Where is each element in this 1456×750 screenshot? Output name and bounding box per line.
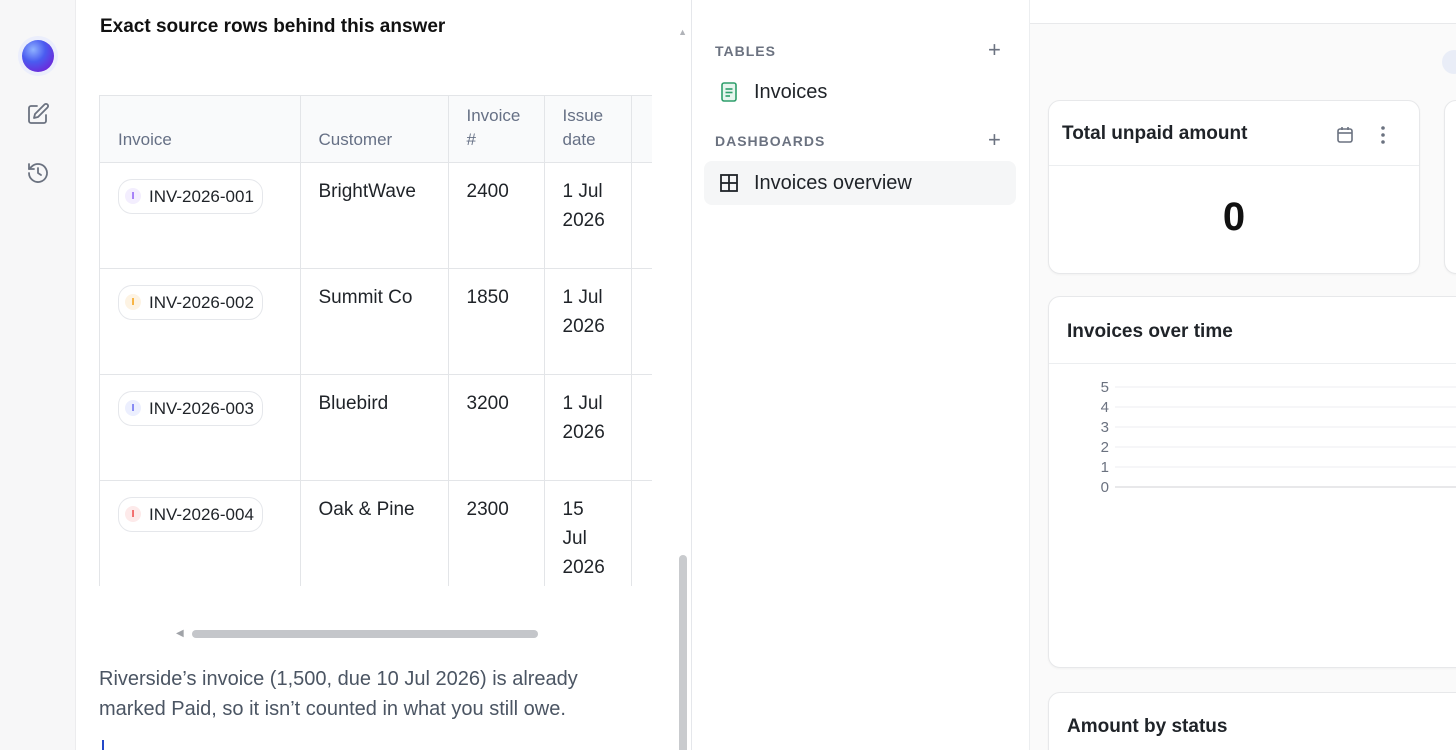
cell-customer: BrightWave — [300, 162, 449, 269]
horizontal-scrollbar[interactable]: ◀ ▶ — [176, 628, 691, 640]
nav-item-invoices-overview[interactable]: Invoices overview — [704, 161, 1016, 205]
cell-invoice-number: 1850 — [448, 268, 545, 375]
invoice-record-link[interactable]: I INV-2026-002 — [118, 284, 263, 320]
chart-svg: 5 4 3 2 1 0 — [1101, 379, 1456, 496]
more-options-icon[interactable] — [1377, 124, 1389, 146]
table-sheet-icon — [721, 82, 737, 102]
cell-issue-date: 1 Jul 2026 — [544, 374, 632, 481]
invoice-id: INV-2026-003 — [149, 398, 254, 418]
record-icon: I — [125, 188, 141, 204]
cell-invoice-number: 2400 — [448, 162, 545, 269]
y-tick-label: 4 — [1101, 399, 1109, 416]
kpi-value: 0 — [1222, 195, 1246, 239]
column-header-issue-date[interactable]: Issue date — [544, 96, 632, 163]
dashboards-section-label: DASHBOARDS — [715, 133, 826, 149]
column-header-clipped — [631, 96, 652, 163]
cell-clipped — [631, 268, 652, 375]
tables-section-label: TABLES — [715, 43, 776, 59]
grid-icon — [720, 174, 738, 192]
card-divider — [1049, 165, 1419, 166]
nav-item-label: Invoices overview — [754, 171, 912, 194]
table-row[interactable]: I INV-2026-001 BrightWave 2400 1 Jul 2026 — [100, 162, 652, 269]
y-tick-label: 2 — [1101, 439, 1109, 456]
cell-customer: Oak & Pine — [300, 480, 449, 586]
kpi-card-total-unpaid[interactable]: Total unpaid amount 0 — [1048, 100, 1420, 274]
edit-icon[interactable] — [24, 100, 52, 128]
y-tick-label: 0 — [1101, 479, 1109, 496]
card-divider — [1049, 363, 1456, 364]
column-header-invoice-number[interactable]: Invoice # — [448, 96, 545, 163]
add-dashboard-icon[interactable]: + — [988, 129, 1001, 151]
cell-issue-date: 1 Jul 2026 — [544, 268, 632, 375]
answer-heading: Exact source rows behind this answer — [100, 16, 446, 37]
table-row[interactable]: I INV-2026-003 Bluebird 3200 1 Jul 2026 — [100, 374, 652, 481]
cell-invoice[interactable]: I INV-2026-001 — [100, 162, 301, 269]
assistant-orb-icon[interactable] — [22, 40, 54, 72]
text-cursor — [102, 740, 104, 750]
canvas-control-icon[interactable] — [1442, 50, 1456, 74]
table-row[interactable]: I INV-2026-004 Oak & Pine 2300 15 Jul 2026 — [100, 480, 652, 586]
app-rail — [0, 0, 76, 750]
cell-invoice[interactable]: I INV-2026-003 — [100, 374, 301, 481]
table-header-row: Invoice Customer Invoice # Issue date — [100, 96, 652, 163]
line-chart: 5 4 3 2 1 0 — [1049, 377, 1456, 517]
invoice-id: INV-2026-002 — [149, 292, 254, 312]
add-table-icon[interactable]: + — [988, 39, 1001, 61]
cell-invoice-number: 2300 — [448, 480, 545, 586]
invoice-record-link[interactable]: I INV-2026-003 — [118, 390, 263, 426]
chart-title: Amount by status — [1067, 716, 1228, 737]
vertical-scrollbar[interactable] — [679, 555, 687, 750]
answer-panel: Exact source rows behind this answer Inv… — [76, 0, 692, 750]
cell-clipped — [631, 162, 652, 269]
source-rows-table[interactable]: Invoice Customer Invoice # Issue date II… — [99, 95, 652, 586]
invoice-id: INV-2026-001 — [149, 186, 254, 206]
nav-item-label: Invoices — [754, 80, 828, 103]
cell-invoice[interactable]: I INV-2026-004 — [100, 480, 301, 586]
record-icon: I — [125, 506, 141, 522]
chart-card-invoices-over-time[interactable]: Invoices over time 5 4 3 2 1 0 — [1048, 296, 1456, 668]
cell-customer: Bluebird — [300, 374, 449, 481]
chart-card-amount-by-status[interactable]: Amount by status — [1048, 692, 1456, 750]
cell-customer: Summit Co — [300, 268, 449, 375]
kpi-card-partial[interactable] — [1444, 100, 1456, 274]
column-header-invoice[interactable]: Invoice — [100, 96, 301, 163]
cell-clipped — [631, 480, 652, 586]
kpi-card-title: Total unpaid amount — [1062, 123, 1248, 144]
cell-issue-date: 15 Jul 2026 — [544, 480, 632, 586]
scroll-up-icon[interactable]: ▲ — [678, 27, 687, 37]
column-header-customer[interactable]: Customer — [300, 96, 449, 163]
dashboard-canvas: Total unpaid amount 0 Invoices over time… — [1030, 24, 1456, 750]
logo-icon[interactable] — [18, 0, 54, 12]
chart-title: Invoices over time — [1067, 321, 1233, 342]
y-tick-label: 1 — [1101, 459, 1109, 476]
record-icon: I — [125, 294, 141, 310]
cell-invoice[interactable]: I INV-2026-002 — [100, 268, 301, 375]
cell-invoice-number: 3200 — [448, 374, 545, 481]
scroll-left-icon[interactable]: ◀ — [176, 628, 184, 639]
y-tick-label: 5 — [1101, 379, 1109, 396]
answer-paragraph: Riverside’s invoice (1,500, due 10 Jul 2… — [99, 668, 578, 720]
table-row[interactable]: I INV-2026-002 Summit Co 1850 1 Jul 2026 — [100, 268, 652, 375]
record-icon: I — [125, 400, 141, 416]
nav-item-invoices-table[interactable]: Invoices — [704, 70, 1016, 114]
navigation-panel: TABLES + Invoices DASHBOARDS + Invoices … — [692, 0, 1030, 750]
invoice-id: INV-2026-004 — [149, 504, 254, 524]
y-tick-label: 3 — [1101, 419, 1109, 436]
cell-clipped — [631, 374, 652, 481]
cell-issue-date: 1 Jul 2026 — [544, 162, 632, 269]
history-icon[interactable] — [24, 159, 52, 187]
invoice-record-link[interactable]: I INV-2026-001 — [118, 178, 263, 214]
invoice-record-link[interactable]: I INV-2026-004 — [118, 496, 263, 532]
calendar-icon[interactable] — [1335, 125, 1355, 145]
scrollbar-thumb[interactable] — [192, 630, 538, 638]
